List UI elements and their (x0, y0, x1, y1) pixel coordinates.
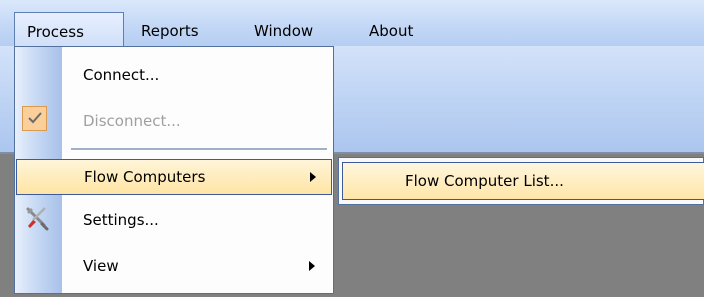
menu-process[interactable]: Process (14, 12, 124, 48)
menu-item-label: Connect... (83, 66, 160, 84)
menu-item-label: Flow Computer List... (405, 172, 564, 190)
menu-item-disconnect[interactable]: Disconnect... (15, 98, 333, 144)
menu-bar: Process Reports Window About (0, 0, 704, 48)
menu-item-flow-computer-list[interactable]: Flow Computer List... (342, 162, 704, 200)
menu-item-label: Flow Computers (84, 168, 206, 186)
menu-item-connect[interactable]: Connect... (15, 52, 333, 98)
menu-window[interactable]: Window (240, 12, 327, 46)
menu-item-view[interactable]: View (15, 243, 333, 289)
menu-item-label: Settings... (83, 211, 159, 229)
process-dropdown-menu: Connect... Disconnect... Flow Computers … (14, 46, 334, 294)
menu-item-label: Disconnect... (83, 112, 181, 130)
submenu-arrow-icon (310, 172, 316, 182)
menu-item-flow-computers[interactable]: Flow Computers (16, 159, 332, 195)
menu-about[interactable]: About (355, 12, 427, 46)
menu-separator (71, 148, 327, 151)
flow-computers-submenu: Flow Computer List... (338, 157, 704, 205)
menu-item-label: View (83, 257, 119, 275)
menu-item-settings[interactable]: Settings... (15, 197, 333, 243)
menu-reports[interactable]: Reports (127, 12, 213, 46)
submenu-arrow-icon (309, 261, 315, 271)
